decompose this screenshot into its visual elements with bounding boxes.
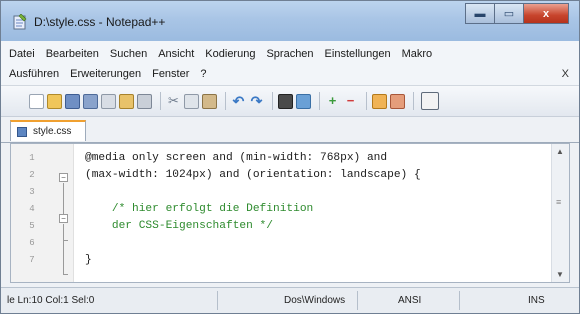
fold-line <box>63 183 64 214</box>
notepad-window: D:\style.css - Notepad++ ▬ ▭ x Datei Bea… <box>0 0 580 314</box>
line-number: 6 <box>29 238 35 248</box>
close-file-icon[interactable] <box>101 93 116 109</box>
sync-horizontal-scroll-icon[interactable] <box>390 93 405 109</box>
copy-icon[interactable] <box>184 93 199 109</box>
tab-style-css[interactable]: style.css <box>10 120 86 141</box>
toolbar-separator <box>413 92 414 110</box>
code-line: (max-width: 1024px) and (orientation: la… <box>85 169 421 181</box>
code-line-comment: der CSS-Eigenschaften */ <box>85 220 273 232</box>
save-icon[interactable] <box>65 93 80 109</box>
eol-format[interactable]: Dos\Windows <box>284 295 345 306</box>
find-icon[interactable] <box>278 93 293 109</box>
cut-icon[interactable]: ✂ <box>166 93 181 109</box>
menu-datei[interactable]: Datei <box>9 48 35 60</box>
close-all-icon[interactable] <box>119 93 134 109</box>
new-file-icon[interactable] <box>29 93 44 109</box>
replace-icon[interactable] <box>296 93 311 109</box>
maximize-button[interactable]: ▭ <box>494 3 524 24</box>
line-number: 2 <box>29 170 35 180</box>
zoom-in-icon[interactable]: + <box>325 93 340 109</box>
scroll-up-icon[interactable]: ▲ <box>556 147 564 156</box>
zoom-out-icon[interactable]: − <box>343 93 358 109</box>
fold-toggle-icon[interactable]: − <box>59 173 68 182</box>
fold-end-marker <box>63 274 68 275</box>
toolbar: ✂ ↶ ↷ + − <box>1 85 579 117</box>
fold-end-marker <box>63 240 68 241</box>
line-number: 5 <box>29 221 35 231</box>
menu-bearbeiten[interactable]: Bearbeiten <box>46 48 99 60</box>
menu-kodierung[interactable]: Kodierung <box>205 48 255 60</box>
code-line: @media only screen and (min-width: 768px… <box>85 152 388 164</box>
undo-icon[interactable]: ↶ <box>231 94 246 109</box>
menu-sprachen[interactable]: Sprachen <box>266 48 313 60</box>
toolbar-separator <box>225 92 226 110</box>
close-button[interactable]: x <box>523 3 569 24</box>
menu-bar: Datei Bearbeiten Suchen Ansicht Kodierun… <box>1 41 579 85</box>
print-icon[interactable] <box>137 93 152 109</box>
title-bar[interactable]: D:\style.css - Notepad++ ▬ ▭ x <box>1 1 579 41</box>
notepad-app-icon <box>13 14 27 30</box>
menu-einstellungen[interactable]: Einstellungen <box>325 48 391 60</box>
menu-ansicht[interactable]: Ansicht <box>158 48 194 60</box>
window-title: D:\style.css - Notepad++ <box>34 15 166 29</box>
vertical-scrollbar[interactable]: ▲ ≡ ▼ <box>551 144 569 282</box>
encoding[interactable]: ANSI <box>398 295 421 306</box>
status-separator <box>459 291 460 310</box>
menu-makro[interactable]: Makro <box>402 48 433 60</box>
code-editor[interactable]: 1 2 3 4 5 6 7 − − @media only screen and… <box>10 143 570 283</box>
line-number: 7 <box>29 255 35 265</box>
menu-fenster[interactable]: Fenster <box>152 68 189 80</box>
line-number-gutter: 1 2 3 4 5 6 7 − − <box>11 144 74 282</box>
code-area[interactable]: @media only screen and (min-width: 768px… <box>85 150 545 269</box>
toolbar-separator <box>366 92 367 110</box>
tab-label: style.css <box>33 126 72 137</box>
insert-mode: INS <box>528 295 545 306</box>
status-separator <box>217 291 218 310</box>
close-document-button[interactable]: X <box>562 68 569 80</box>
cursor-position: le Ln:10 Col:1 Sel:0 <box>7 295 95 306</box>
sync-vertical-scroll-icon[interactable] <box>372 93 387 109</box>
status-bar: le Ln:10 Col:1 Sel:0 Dos\Windows ANSI IN… <box>1 287 579 313</box>
line-number: 4 <box>29 204 35 214</box>
code-line-comment: /* hier erfolgt die Definition <box>85 203 314 215</box>
toolbar-separator <box>319 92 320 110</box>
scroll-grip-icon[interactable]: ≡ <box>556 198 564 212</box>
status-separator <box>357 291 358 310</box>
redo-icon[interactable]: ↷ <box>249 94 264 109</box>
saved-file-icon <box>17 126 27 137</box>
toolbar-separator <box>160 92 161 110</box>
menu-erweiterungen[interactable]: Erweiterungen <box>70 68 141 80</box>
menu-ausfuehren[interactable]: Ausführen <box>9 68 59 80</box>
line-number: 1 <box>29 153 35 163</box>
open-file-icon[interactable] <box>47 93 62 109</box>
paste-icon[interactable] <box>202 93 217 109</box>
save-all-icon[interactable] <box>83 93 98 109</box>
menu-suchen[interactable]: Suchen <box>110 48 147 60</box>
fold-line <box>63 224 64 274</box>
line-number: 3 <box>29 187 35 197</box>
word-wrap-icon[interactable] <box>421 92 439 110</box>
menu-help[interactable]: ? <box>200 68 206 80</box>
fold-toggle-icon[interactable]: − <box>59 214 68 223</box>
toolbar-separator <box>272 92 273 110</box>
code-line: } <box>85 254 92 266</box>
scroll-down-icon[interactable]: ▼ <box>556 270 564 279</box>
minimize-button[interactable]: ▬ <box>465 3 495 24</box>
tab-bar: style.css <box>1 118 579 143</box>
